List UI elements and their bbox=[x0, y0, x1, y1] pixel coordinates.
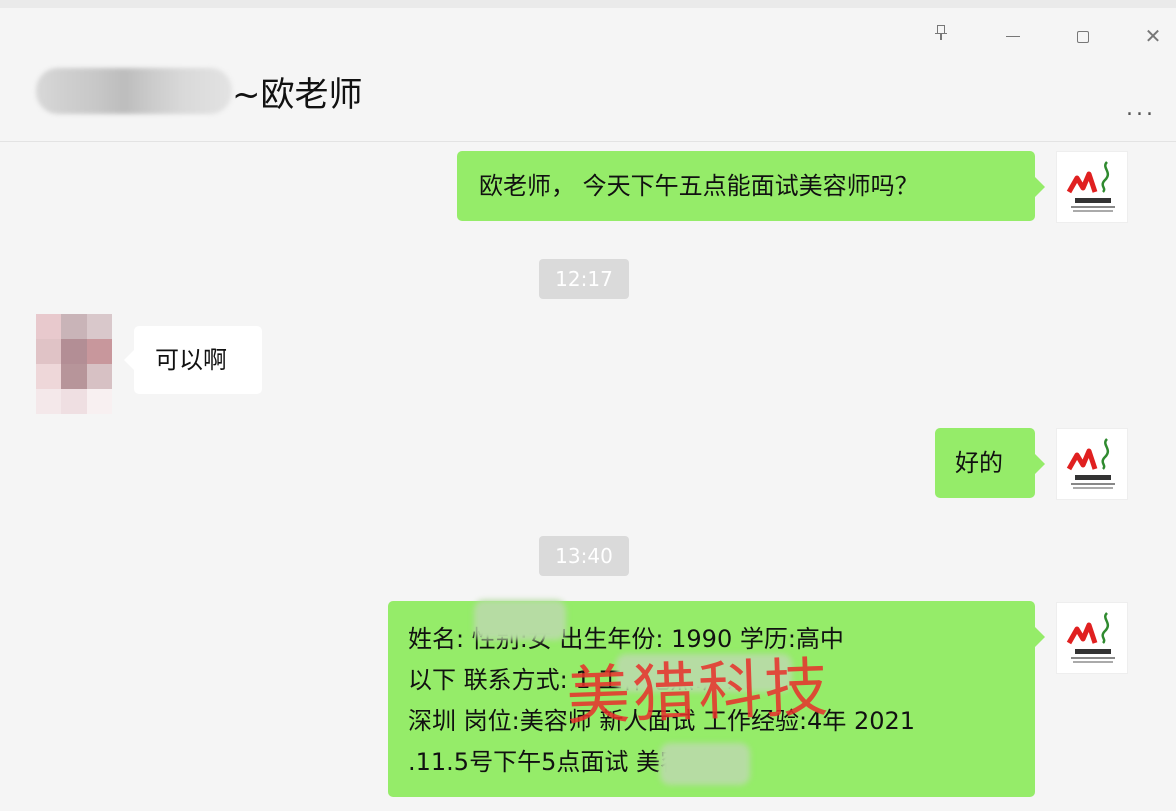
message-bubble-sent[interactable]: 好的 bbox=[935, 428, 1045, 498]
message-text: 欧老师， 今天下午五点能面试美容师吗？ bbox=[479, 172, 919, 200]
timestamp: 12:17 bbox=[539, 259, 629, 299]
message-text: 可以啊 bbox=[155, 346, 227, 374]
title-bar: ✕ ~欧老师 ... bbox=[0, 8, 1176, 142]
close-button[interactable]: ✕ bbox=[1138, 24, 1168, 48]
company-logo-icon bbox=[1066, 612, 1115, 663]
self-avatar[interactable] bbox=[1056, 602, 1128, 674]
watermark: 美猎科技 bbox=[564, 651, 832, 735]
maximize-button[interactable] bbox=[1068, 24, 1098, 48]
chat-title-text: ~欧老师 bbox=[232, 74, 363, 115]
minimize-button[interactable] bbox=[998, 24, 1028, 48]
self-avatar[interactable] bbox=[1056, 428, 1128, 500]
message-bubble-received[interactable]: 可以啊 bbox=[124, 326, 262, 394]
company-logo-icon bbox=[1066, 161, 1115, 212]
close-icon: ✕ bbox=[1144, 24, 1162, 48]
chat-title: ~欧老师 bbox=[36, 66, 363, 116]
pin-icon bbox=[935, 25, 947, 41]
redaction-blur bbox=[474, 600, 566, 640]
message-bubble-sent[interactable]: 欧老师， 今天下午五点能面试美容师吗？ bbox=[457, 151, 1045, 221]
more-options-button[interactable]: ... bbox=[1126, 96, 1156, 121]
maximize-icon bbox=[1077, 30, 1089, 43]
timestamp: 13:40 bbox=[539, 536, 629, 576]
redaction-blur bbox=[660, 743, 750, 785]
self-avatar[interactable] bbox=[1056, 151, 1128, 223]
chat-window: ✕ ~欧老师 ... 欧老师， 今天下午五点能面试美容师吗？ 12:17 可以啊… bbox=[0, 0, 1176, 811]
minimize-icon bbox=[1006, 35, 1020, 38]
company-logo-icon bbox=[1066, 438, 1115, 489]
message-text: 好的 bbox=[955, 449, 1003, 477]
contact-avatar[interactable] bbox=[36, 314, 112, 414]
pin-button[interactable] bbox=[926, 24, 956, 48]
redacted-name bbox=[36, 68, 232, 114]
